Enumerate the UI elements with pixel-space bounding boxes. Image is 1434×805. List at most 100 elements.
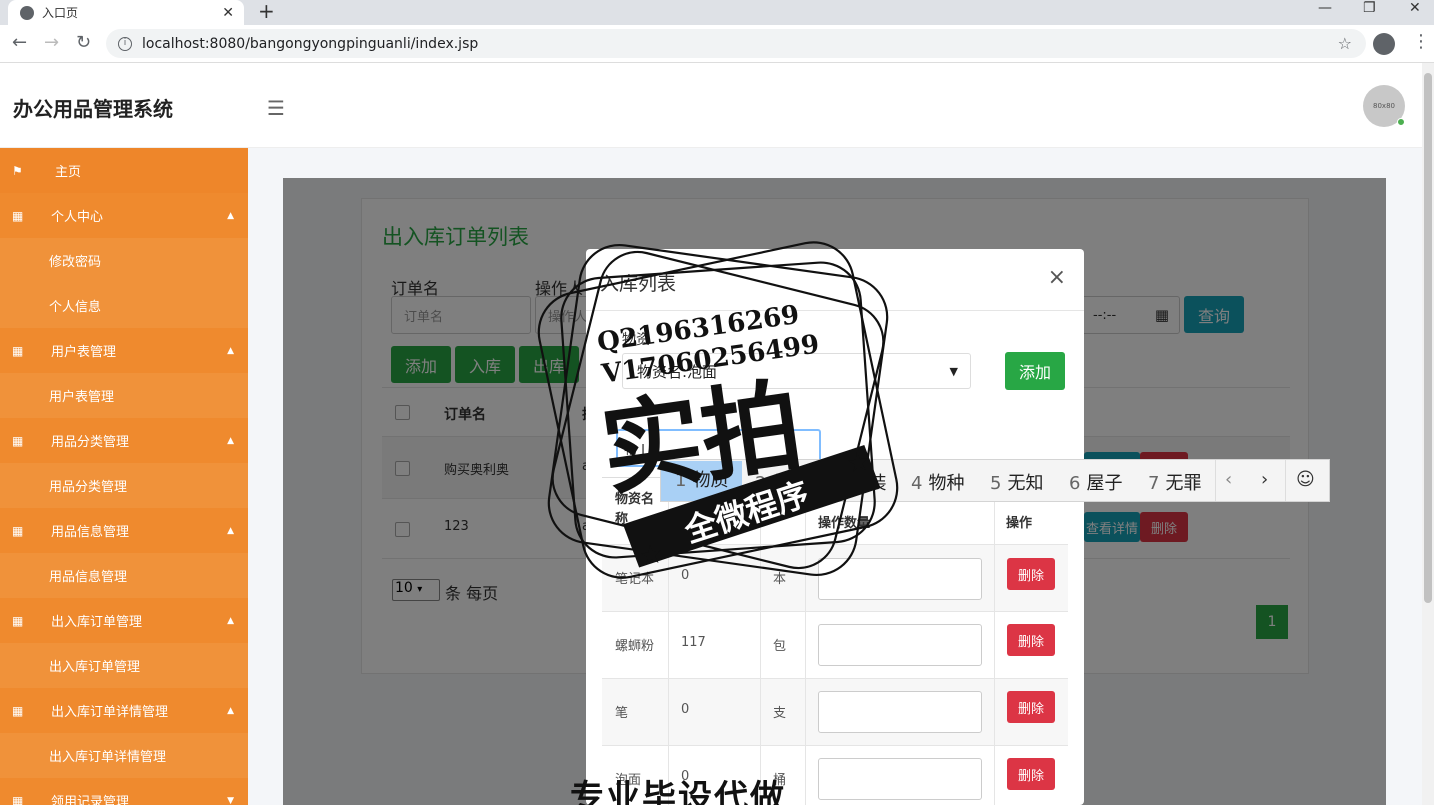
- scrollbar-thumb[interactable]: [1424, 73, 1432, 603]
- grid-icon: ▦: [12, 793, 24, 805]
- sidebar-group-categories[interactable]: ▦ 用品分类管理 ▲: [0, 418, 248, 463]
- sidebar-item-label: 出入库订单详情管理: [49, 750, 167, 765]
- ime-num: 7: [1148, 473, 1160, 494]
- bottom-watermark: 专业毕设代做: [570, 778, 786, 805]
- grid-icon: ▦: [12, 703, 24, 718]
- more-menu-icon[interactable]: ⋮: [1412, 31, 1430, 52]
- delete-button[interactable]: 删除: [1007, 558, 1055, 590]
- grid-icon: ▦: [12, 208, 24, 223]
- row-stock: 0: [681, 702, 690, 717]
- sidebar-item-label: 用户表管理: [49, 390, 115, 405]
- ime-num: 6: [1069, 473, 1081, 494]
- col-divider: [994, 478, 995, 805]
- address-bar: ← → ↻ i localhost:8080/bangongyongpingua…: [0, 25, 1434, 63]
- close-icon[interactable]: ✕: [222, 5, 234, 21]
- browser-tab[interactable]: 入口页 ✕: [8, 0, 244, 25]
- caret-up-icon: ▲: [227, 705, 234, 716]
- hamburger-icon[interactable]: ☰: [267, 96, 285, 120]
- sidebar-item-label: 出入库订单详情管理: [51, 705, 169, 720]
- sidebar-item-orders[interactable]: 出入库订单管理: [0, 643, 248, 688]
- minimize-icon[interactable]: —: [1318, 0, 1332, 16]
- url-text: localhost:8080/bangongyongpinguanli/inde…: [142, 35, 479, 52]
- window-close-icon[interactable]: ✕: [1409, 0, 1421, 16]
- quantity-input[interactable]: [818, 758, 982, 800]
- sidebar-item-label: 主页: [55, 165, 82, 180]
- back-icon[interactable]: ←: [12, 32, 27, 53]
- ime-text: 无罪: [1165, 473, 1202, 494]
- quantity-input[interactable]: [818, 691, 982, 733]
- new-tab-button[interactable]: +: [258, 0, 275, 22]
- ime-divider: [1285, 460, 1286, 501]
- sidebar-item-change-password[interactable]: 修改密码: [0, 238, 248, 283]
- ime-text: 物种: [928, 473, 965, 494]
- sidebar-item-order-details[interactable]: 出入库订单详情管理: [0, 733, 248, 778]
- browser-tabbar: 入口页 ✕ + — ❐ ✕: [0, 0, 1434, 25]
- app-header: 办公用品管理系统 ☰ 80x80: [0, 63, 1422, 148]
- sidebar-item-label: 用品信息管理: [49, 570, 128, 585]
- table-row: 螺蛳粉 117 包 删除: [602, 612, 1068, 679]
- bookmark-star-icon[interactable]: ☆: [1338, 34, 1352, 53]
- sidebar-item-label: 用品信息管理: [51, 525, 130, 540]
- chevron-left-icon[interactable]: ‹: [1225, 469, 1232, 490]
- sidebar-item-label: 出入库订单管理: [51, 615, 143, 630]
- sidebar-item-profile[interactable]: 个人信息: [0, 283, 248, 328]
- sidebar-group-items[interactable]: ▦ 用品信息管理 ▲: [0, 508, 248, 553]
- ime-candidate-7[interactable]: 7 无罪: [1148, 469, 1201, 495]
- quantity-input[interactable]: [818, 624, 982, 666]
- grid-icon: ▦: [12, 523, 24, 538]
- page-scrollbar[interactable]: [1422, 63, 1434, 805]
- sidebar-group-order-details[interactable]: ▦ 出入库订单详情管理 ▲: [0, 688, 248, 733]
- sidebar-item-label: 出入库订单管理: [49, 660, 141, 675]
- emoji-icon[interactable]: ☺: [1296, 469, 1315, 490]
- delete-button[interactable]: 删除: [1007, 691, 1055, 723]
- restore-icon[interactable]: ❐: [1363, 0, 1376, 16]
- tab-title: 入口页: [42, 6, 79, 20]
- grid-icon: ▦: [12, 343, 24, 358]
- ime-num: 5: [990, 473, 1002, 494]
- delete-button[interactable]: 删除: [1007, 758, 1055, 790]
- sidebar-item-label: 用户表管理: [51, 345, 117, 360]
- caret-up-icon: ▲: [227, 210, 234, 221]
- info-icon[interactable]: i: [118, 36, 132, 51]
- sidebar-item-home[interactable]: ⚑ 主页: [0, 148, 248, 193]
- sidebar-item-label: 个人中心: [51, 210, 104, 225]
- ime-candidate-5[interactable]: 5 无知: [990, 469, 1043, 495]
- sidebar-group-users[interactable]: ▦ 用户表管理 ▲: [0, 328, 248, 373]
- caret-down-icon: ▼: [949, 364, 958, 378]
- delete-button[interactable]: 删除: [1007, 624, 1055, 656]
- ime-candidate-6[interactable]: 6 屋子: [1069, 469, 1122, 495]
- row-unit: 包: [773, 639, 787, 654]
- close-icon[interactable]: ×: [1048, 265, 1066, 290]
- sidebar: ⚑ 主页 ▦ 个人中心 ▲ 修改密码 个人信息 ▦ 用户表管理 ▲ 用户表管理 …: [0, 148, 248, 805]
- sidebar-item-label: 用品分类管理: [51, 435, 130, 450]
- caret-up-icon: ▲: [227, 615, 234, 626]
- sidebar-item-categories[interactable]: 用品分类管理: [0, 463, 248, 508]
- app-title: 办公用品管理系统: [13, 97, 173, 121]
- ime-text: 屋子: [1086, 473, 1123, 494]
- sidebar-item-label: 个人信息: [49, 300, 102, 315]
- sidebar-item-label: 用品分类管理: [49, 480, 128, 495]
- reload-icon[interactable]: ↻: [76, 32, 91, 53]
- profile-icon[interactable]: [1373, 33, 1395, 55]
- grid-icon: ▦: [12, 433, 24, 448]
- star-icon: ★: [638, 539, 665, 572]
- ime-candidate-4[interactable]: 4 物种: [911, 469, 964, 495]
- sidebar-item-users[interactable]: 用户表管理: [0, 373, 248, 418]
- sidebar-group-records[interactable]: ▦ 领用记录管理 ▼: [0, 778, 248, 805]
- sidebar-item-items[interactable]: 用品信息管理: [0, 553, 248, 598]
- url-input[interactable]: i localhost:8080/bangongyongpinguanli/in…: [106, 29, 1366, 58]
- caret-up-icon: ▲: [227, 525, 234, 536]
- sidebar-group-orders[interactable]: ▦ 出入库订单管理 ▲: [0, 598, 248, 643]
- sidebar-item-label: 修改密码: [49, 255, 102, 270]
- chevron-right-icon[interactable]: ›: [1261, 469, 1268, 490]
- sidebar-item-label: 领用记录管理: [51, 795, 130, 805]
- row-name: 笔: [615, 706, 629, 721]
- sidebar-group-personal[interactable]: ▦ 个人中心 ▲: [0, 193, 248, 238]
- modal-add-button[interactable]: 添加: [1005, 352, 1065, 390]
- forward-icon[interactable]: →: [44, 32, 59, 53]
- star-icon: ★: [845, 447, 872, 480]
- caret-down-icon: ▼: [227, 795, 234, 805]
- watermark-stamp: Q2196316269 V17060256499 实拍 全微程序 ★ ★: [537, 241, 899, 579]
- row-stock: 117: [681, 635, 706, 650]
- ime-text: 无知: [1007, 473, 1044, 494]
